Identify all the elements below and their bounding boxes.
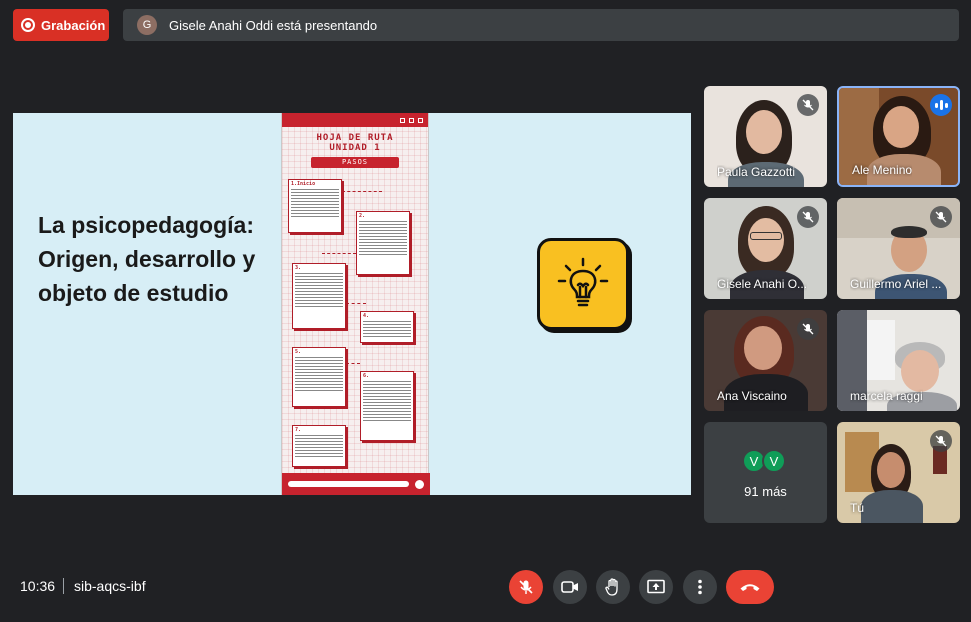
poster-step: 3. — [292, 263, 346, 329]
meeting-code: sib-aqcs-ibf — [74, 578, 146, 594]
phone-hangup-icon — [740, 584, 760, 591]
poster-subtitle: PASOS — [311, 157, 399, 168]
poster-step: 2. — [356, 211, 410, 275]
participant-tile[interactable]: Paula Gazzotti — [704, 86, 827, 187]
poster-step: 6. — [360, 371, 414, 441]
mic-off-icon — [797, 318, 819, 340]
more-participants-count: 91 más — [744, 484, 787, 499]
presenting-banner: G Gisele Anahi Oddi está presentando — [123, 9, 959, 41]
mic-off-icon — [930, 430, 952, 452]
participant-name: Paula Gazzotti — [717, 165, 796, 179]
meeting-time: 10:36 — [20, 578, 56, 594]
camera-icon — [561, 581, 578, 593]
roadmap-poster: HOJA DE RUTA UNIDAD 1 PASOS 1.Inicio 2. … — [281, 113, 430, 495]
recording-button[interactable]: Grabación — [13, 9, 109, 41]
participant-tile-active-speaker[interactable]: Ale Menino — [837, 86, 960, 187]
mic-off-icon — [797, 94, 819, 116]
presenter-avatar: G — [137, 15, 157, 35]
poster-step: 4. — [360, 311, 414, 343]
self-view-tile[interactable]: Tú — [837, 422, 960, 523]
participant-tile[interactable]: Gisele Anahi O... — [704, 198, 827, 299]
poster-step: 5. — [292, 347, 346, 407]
recording-label: Grabación — [41, 17, 106, 33]
poster-window-controls — [282, 113, 428, 127]
participant-name: Guillermo Ariel ... — [850, 277, 942, 291]
lightbulb-icon — [537, 238, 629, 330]
poster-step: 7. — [292, 425, 346, 467]
more-participants-tile[interactable]: V V 91 más — [704, 422, 827, 523]
participant-tile[interactable]: Ana Viscaino — [704, 310, 827, 411]
participant-name: Ana Viscaino — [717, 389, 787, 403]
poster-title-line2: UNIDAD 1 — [329, 143, 381, 153]
mic-toggle-button[interactable] — [509, 570, 543, 604]
end-call-button[interactable] — [726, 570, 774, 604]
divider — [63, 578, 64, 594]
present-screen-button[interactable] — [639, 570, 673, 604]
speaking-indicator-icon — [930, 94, 952, 116]
presenting-text: Gisele Anahi Oddi está presentando — [169, 17, 378, 33]
slide-title: La psicopedagogía: Origen, desarrollo y … — [38, 212, 256, 306]
poster-title: HOJA DE RUTA UNIDAD 1 — [282, 133, 428, 153]
recording-icon — [21, 18, 35, 32]
mic-off-icon — [519, 580, 533, 594]
poster-footer — [282, 473, 430, 495]
more-participants-avatars: V V — [742, 449, 786, 473]
mic-off-icon — [797, 206, 819, 228]
participant-tile[interactable]: marcela raggi — [837, 310, 960, 411]
raise-hand-button[interactable] — [596, 570, 630, 604]
participant-name: Gisele Anahi O... — [717, 277, 808, 291]
participant-name: marcela raggi — [850, 389, 923, 403]
participant-name: Ale Menino — [852, 163, 913, 177]
poster-step: 1.Inicio — [288, 179, 342, 233]
avatar: V — [762, 449, 786, 473]
hand-icon — [605, 578, 618, 596]
participant-tile[interactable]: Guillermo Ariel ... — [837, 198, 960, 299]
shared-screen: La psicopedagogía: Origen, desarrollo y … — [13, 113, 691, 495]
poster-title-line1: HOJA DE RUTA — [316, 133, 394, 143]
mic-off-icon — [930, 206, 952, 228]
more-options-button[interactable] — [683, 570, 717, 604]
present-icon — [647, 579, 665, 594]
camera-toggle-button[interactable] — [553, 570, 587, 604]
more-vert-icon — [698, 579, 702, 595]
participant-name: Tú — [850, 501, 865, 515]
